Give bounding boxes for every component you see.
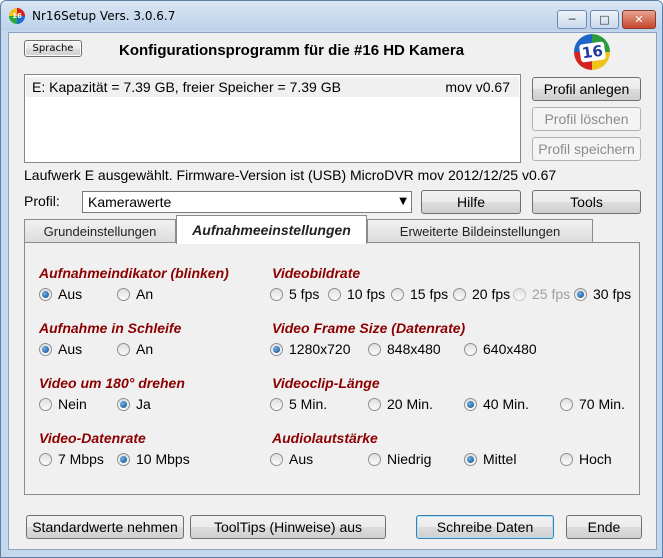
save-profile-button[interactable]: Profil speichern xyxy=(532,137,641,161)
radio-indicator xyxy=(513,287,526,301)
close-icon: ✕ xyxy=(634,13,644,26)
end-button[interactable]: Ende xyxy=(566,515,642,539)
framerate-25fps-radio[interactable]: 25 fps xyxy=(513,286,570,302)
cliplength-5min-radio[interactable]: 5 Min. xyxy=(270,396,327,412)
help-button[interactable]: Hilfe xyxy=(421,190,521,214)
language-button[interactable]: Sprache xyxy=(24,40,82,57)
radio-indicator xyxy=(117,452,130,466)
cliplength-20min-radio[interactable]: 20 Min. xyxy=(368,396,433,412)
profile-label: Profil: xyxy=(24,193,60,209)
audio-aus-radio[interactable]: Aus xyxy=(270,451,313,467)
framesize-group-label: Video Frame Size (Datenrate) xyxy=(272,320,466,336)
maximize-button[interactable]: □ xyxy=(590,10,619,29)
radio-indicator xyxy=(39,287,52,301)
minimize-icon: ─ xyxy=(568,13,576,26)
app-heading: Konfigurationsprogramm für die #16 HD Ka… xyxy=(119,42,465,59)
radio-indicator xyxy=(270,397,283,411)
radio-indicator xyxy=(328,287,341,301)
indicator-an-radio[interactable]: An xyxy=(117,286,153,302)
write-data-button[interactable]: Schreibe Daten xyxy=(416,515,554,539)
radio-indicator xyxy=(368,452,381,466)
drive-entry-text: E: Kapazität = 7.39 GB, freier Speicher … xyxy=(32,79,341,95)
indicator-group-label: Aufnahmeindikator (blinken) xyxy=(39,265,229,281)
framerate-group-label: Videobildrate xyxy=(272,265,361,281)
minimize-button[interactable]: ─ xyxy=(557,10,587,29)
radio-indicator xyxy=(117,397,130,411)
radio-indicator xyxy=(270,452,283,466)
framerate-10fps-radio[interactable]: 10 fps xyxy=(328,286,385,302)
delete-profile-button[interactable]: Profil löschen xyxy=(532,107,641,131)
main-window: 16 Nr16Setup Vers. 3.0.6.7 ─ □ ✕ Sprache… xyxy=(0,0,663,558)
profile-select-value: Kamerawerte xyxy=(88,194,172,210)
datarate-7mbps-radio[interactable]: 7 Mbps xyxy=(39,451,104,467)
recording-settings-panel: Aufnahmeindikator (blinken) Aus An Aufna… xyxy=(24,242,640,495)
radio-indicator xyxy=(270,287,283,301)
radio-indicator xyxy=(368,342,381,356)
title-bar[interactable]: 16 Nr16Setup Vers. 3.0.6.7 ─ □ ✕ xyxy=(1,1,662,31)
radio-indicator xyxy=(574,287,587,301)
drive-list-item[interactable]: E: Kapazität = 7.39 GB, freier Speicher … xyxy=(26,77,519,97)
tab-aufnahmeeinstellungen[interactable]: Aufnahmeeinstellungen xyxy=(176,215,367,244)
cliplength-70min-radio[interactable]: 70 Min. xyxy=(560,396,625,412)
loop-an-radio[interactable]: An xyxy=(117,341,153,357)
close-button[interactable]: ✕ xyxy=(622,10,656,29)
maximize-icon: □ xyxy=(599,13,610,26)
app-icon: 16 xyxy=(9,8,25,24)
framerate-15fps-radio[interactable]: 15 fps xyxy=(391,286,448,302)
cliplength-40min-radio[interactable]: 40 Min. xyxy=(464,396,529,412)
datarate-10mbps-radio[interactable]: 10 Mbps xyxy=(117,451,190,467)
radio-indicator xyxy=(560,397,573,411)
framerate-30fps-radio[interactable]: 30 fps xyxy=(574,286,631,302)
framesize-848x480-radio[interactable]: 848x480 xyxy=(368,341,441,357)
audio-mittel-radio[interactable]: Mittel xyxy=(464,451,516,467)
loop-group-label: Aufnahme in Schleife xyxy=(39,320,182,336)
radio-indicator xyxy=(368,397,381,411)
drive-list[interactable]: E: Kapazität = 7.39 GB, freier Speicher … xyxy=(24,74,521,163)
datarate-group-label: Video-Datenrate xyxy=(39,430,146,446)
loop-aus-radio[interactable]: Aus xyxy=(39,341,82,357)
framesize-1280x720-radio[interactable]: 1280x720 xyxy=(270,341,351,357)
audio-group-label: Audiolautstärke xyxy=(272,430,378,446)
radio-indicator xyxy=(39,342,52,356)
framerate-20fps-radio[interactable]: 20 fps xyxy=(453,286,510,302)
tooltips-button[interactable]: ToolTips (Hinweise) aus xyxy=(190,515,386,539)
audio-niedrig-radio[interactable]: Niedrig xyxy=(368,451,431,467)
create-profile-button[interactable]: Profil anlegen xyxy=(532,77,641,101)
tab-grundeinstellungen[interactable]: Grundeinstellungen xyxy=(24,219,176,242)
cliplength-group-label: Videoclip-Länge xyxy=(272,375,380,391)
indicator-aus-radio[interactable]: Aus xyxy=(39,286,82,302)
tools-button[interactable]: Tools xyxy=(532,190,641,214)
status-line: Laufwerk E ausgewählt. Firmware-Version … xyxy=(24,167,557,183)
radio-indicator xyxy=(39,452,52,466)
radio-indicator xyxy=(270,342,283,356)
drive-version: mov v0.67 xyxy=(445,79,510,95)
rotate-nein-radio[interactable]: Nein xyxy=(39,396,87,412)
window-title: Nr16Setup Vers. 3.0.6.7 xyxy=(32,9,176,23)
defaults-button[interactable]: Standardwerte nehmen xyxy=(26,515,184,539)
client-area: Sprache Konfigurationsprogramm für die #… xyxy=(8,32,657,550)
radio-indicator xyxy=(560,452,573,466)
dropdown-arrow-icon: ▼ xyxy=(399,196,407,207)
radio-indicator xyxy=(464,342,477,356)
radio-indicator xyxy=(391,287,404,301)
profile-select[interactable]: Kamerawerte ▼ xyxy=(82,191,412,213)
rotate-ja-radio[interactable]: Ja xyxy=(117,396,151,412)
framesize-640x480-radio[interactable]: 640x480 xyxy=(464,341,537,357)
tab-erweiterte-bildeinstellungen[interactable]: Erweiterte Bildeinstellungen xyxy=(367,219,593,242)
framerate-5fps-radio[interactable]: 5 fps xyxy=(270,286,319,302)
radio-indicator xyxy=(117,342,130,356)
audio-hoch-radio[interactable]: Hoch xyxy=(560,451,612,467)
rotate-group-label: Video um 180° drehen xyxy=(39,375,185,391)
radio-indicator xyxy=(453,287,466,301)
radio-indicator xyxy=(39,397,52,411)
camera-logo: 16 xyxy=(574,34,610,70)
radio-indicator xyxy=(464,397,477,411)
radio-indicator xyxy=(464,452,477,466)
radio-indicator xyxy=(117,287,130,301)
